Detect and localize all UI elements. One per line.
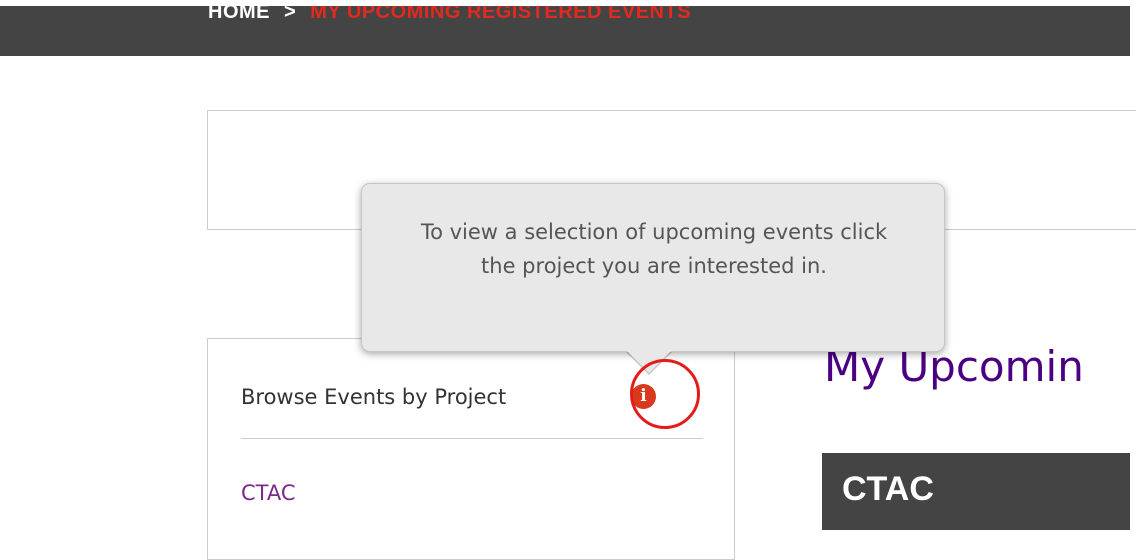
project-section-header: CTAC xyxy=(822,453,1130,530)
sidebar-divider xyxy=(241,438,703,439)
tooltip-text: To view a selection of upcoming events c… xyxy=(420,220,888,278)
breadcrumb-current: MY UPCOMING REGISTERED EVENTS xyxy=(310,6,692,23)
tooltip-arrow xyxy=(627,351,671,373)
info-tooltip: To view a selection of upcoming events c… xyxy=(361,183,945,352)
top-navigation-bar: HOME > MY UPCOMING REGISTERED EVENTS xyxy=(0,6,1130,56)
breadcrumb: HOME > MY UPCOMING REGISTERED EVENTS xyxy=(208,6,691,24)
breadcrumb-home-link[interactable]: HOME xyxy=(208,6,270,23)
project-section-title: CTAC xyxy=(842,470,934,508)
info-icon[interactable]: i xyxy=(631,384,656,409)
sidebar-title: Browse Events by Project xyxy=(241,385,507,409)
project-link-ctac[interactable]: CTAC xyxy=(241,481,296,505)
breadcrumb-separator: > xyxy=(284,6,297,23)
